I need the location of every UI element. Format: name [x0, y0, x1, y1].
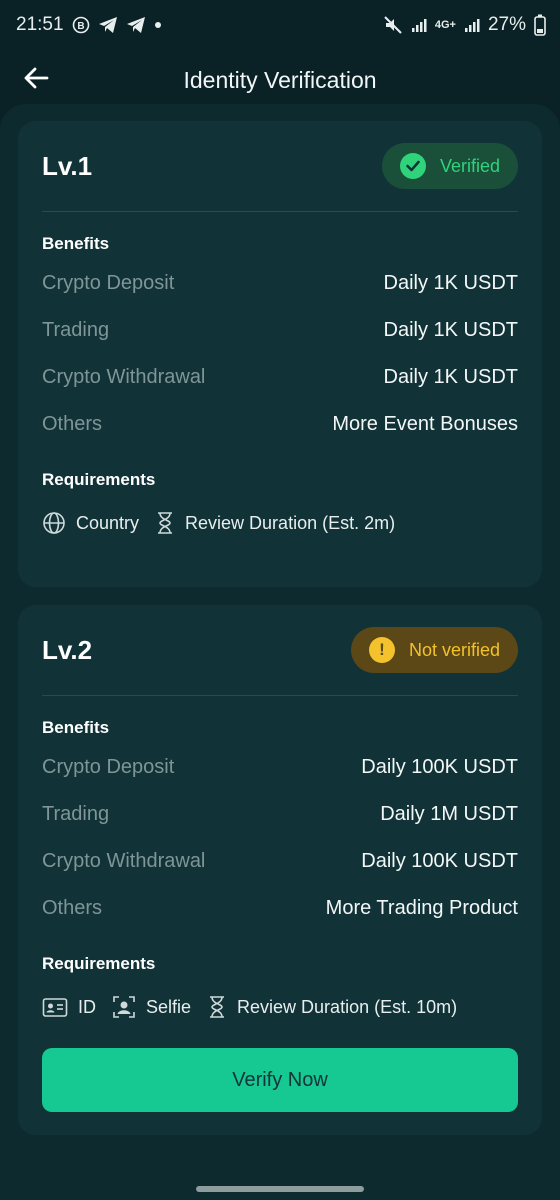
benefits-heading: Benefits	[42, 234, 110, 253]
requirement-item: Review Duration (Est. 2m)	[155, 511, 395, 535]
level-title: Lv.2	[42, 634, 93, 665]
requirements-list: Country Review Duration (Est. 2m)	[42, 500, 518, 546]
requirements-heading: Requirements	[42, 954, 156, 973]
b-circle-icon: B	[72, 16, 90, 34]
benefit-label: Crypto Withdrawal	[42, 366, 206, 388]
status-badge: ! Not verified	[350, 627, 518, 673]
requirement-label: ID	[78, 996, 96, 1017]
requirement-item: ID	[42, 996, 96, 1018]
benefit-label: Others	[42, 897, 103, 919]
requirement-item: Country	[42, 511, 139, 535]
telegram-icon	[126, 16, 146, 34]
home-indicator[interactable]	[196, 1186, 364, 1192]
benefit-row: Crypto Withdrawal Daily 100K USDT	[42, 838, 518, 885]
benefit-label: Crypto Deposit	[42, 272, 175, 294]
svg-text:B: B	[77, 21, 84, 32]
card-header: Lv.1 Verified	[42, 121, 518, 212]
status-time: 21:51	[16, 14, 64, 35]
requirement-item: Review Duration (Est. 10m)	[207, 995, 457, 1019]
requirement-label: Country	[76, 512, 140, 533]
exclamation-icon: !	[368, 637, 395, 663]
status-bar-left: 21:51 B	[16, 14, 162, 36]
status-bar-right: 4G+ 27%	[383, 14, 546, 36]
id-card-icon	[42, 996, 68, 1018]
telegram-icon	[98, 16, 118, 34]
benefit-value: More Trading Product	[325, 897, 518, 919]
page-title: Identity Verification	[183, 66, 377, 93]
verify-now-button[interactable]: Verify Now	[42, 1048, 518, 1112]
requirements-heading: Requirements	[42, 470, 156, 489]
benefit-value: Daily 100K USDT	[361, 756, 518, 778]
benefit-row: Others More Trading Product	[42, 885, 518, 932]
benefit-value: Daily 1K USDT	[383, 366, 518, 388]
mute-icon	[383, 15, 403, 35]
globe-icon	[42, 511, 66, 535]
battery-level: 27%	[487, 14, 526, 35]
selfie-icon	[112, 995, 136, 1019]
benefit-row: Crypto Withdrawal Daily 1K USDT	[42, 354, 518, 401]
back-button[interactable]	[18, 62, 54, 98]
level-title: Lv.1	[42, 150, 93, 181]
requirement-label: Review Duration (Est. 10m)	[237, 996, 458, 1017]
benefits-list: Crypto Deposit Daily 1K USDT Trading Dai…	[42, 260, 518, 448]
benefit-value: Daily 1M USDT	[380, 803, 518, 825]
benefit-row: Crypto Deposit Daily 100K USDT	[42, 744, 518, 791]
benefit-value: Daily 1K USDT	[383, 272, 518, 294]
level-card-lv2: Lv.2 ! Not verified Benefits Crypto Depo…	[18, 605, 542, 1135]
benefit-value: More Event Bonuses	[332, 413, 518, 435]
status-badge: Verified	[381, 143, 518, 189]
benefit-label: Others	[42, 413, 103, 435]
signal-icon	[464, 17, 480, 33]
status-bar: 21:51 B 4G+ 27%	[0, 0, 560, 50]
benefit-label: Trading	[42, 319, 110, 341]
benefit-row: Others More Event Bonuses	[42, 401, 518, 448]
requirements-list: ID Selfie Review Duration (Est. 10m)	[42, 984, 518, 1030]
benefit-value: Daily 1K USDT	[383, 319, 518, 341]
dot-icon	[154, 21, 162, 29]
arrow-left-icon	[23, 67, 49, 94]
benefit-row: Crypto Deposit Daily 1K USDT	[42, 260, 518, 307]
status-text: Verified	[439, 155, 500, 176]
benefit-label: Crypto Withdrawal	[42, 850, 206, 872]
benefits-heading: Benefits	[42, 718, 110, 737]
requirement-label: Review Duration (Est. 2m)	[185, 512, 396, 533]
benefit-label: Crypto Deposit	[42, 756, 175, 778]
app-header: Identity Verification	[0, 50, 560, 110]
battery-icon	[534, 14, 546, 36]
benefit-label: Trading	[42, 803, 110, 825]
requirement-item: Selfie	[112, 995, 191, 1019]
hourglass-icon	[155, 511, 175, 535]
benefit-row: Trading Daily 1M USDT	[42, 791, 518, 838]
signal-icon	[411, 17, 427, 33]
check-icon	[399, 153, 426, 179]
hourglass-icon	[207, 995, 227, 1019]
benefits-list: Crypto Deposit Daily 100K USDT Trading D…	[42, 744, 518, 932]
benefit-row: Trading Daily 1K USDT	[42, 307, 518, 354]
level-card-lv1: Lv.1 Verified Benefits Crypto Deposit Da…	[18, 121, 542, 587]
card-header: Lv.2 ! Not verified	[42, 605, 518, 696]
status-text: Not verified	[408, 639, 500, 660]
requirement-label: Selfie	[146, 996, 192, 1017]
network-type: 4G+	[434, 19, 456, 31]
benefit-value: Daily 100K USDT	[361, 850, 518, 872]
